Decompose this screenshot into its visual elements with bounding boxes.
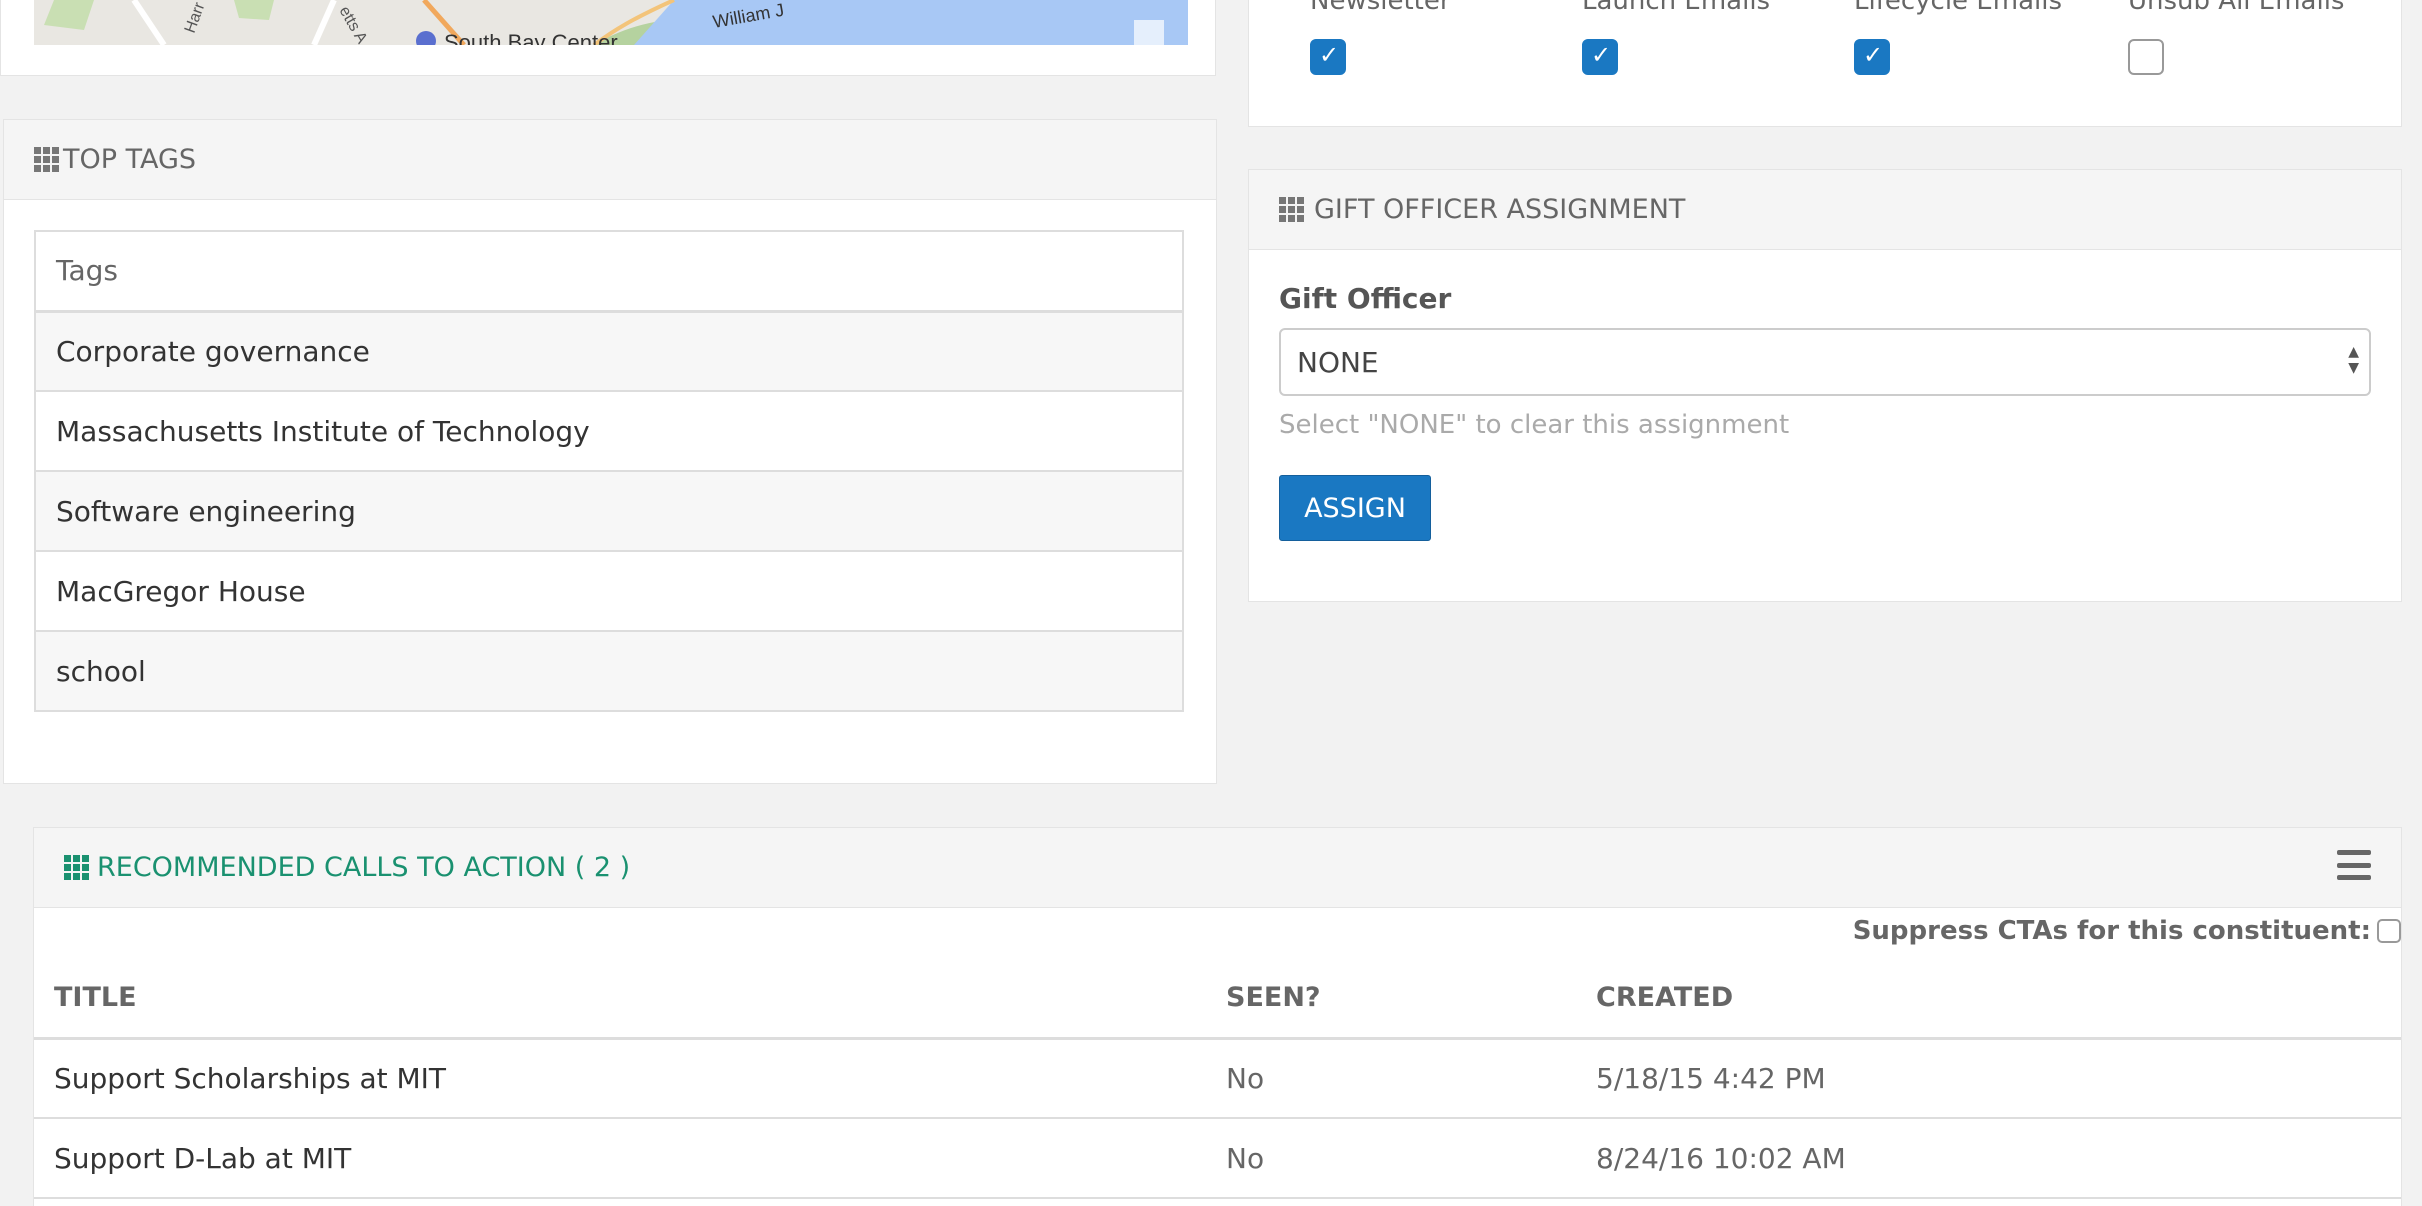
top-tags-panel: TOP TAGS Tags Corporate governance Massa… — [3, 119, 1217, 784]
pref-label: Unsub All Emails — [2128, 0, 2345, 16]
cta-title[interactable]: Support Scholarships at MIT — [34, 1038, 1206, 1119]
gift-officer-panel: GIFT OFFICER ASSIGNMENT Gift Officer NON… — [1248, 169, 2402, 602]
email-preferences-panel: Newsletter Launch Emails Lifecycle Email… — [1248, 0, 2402, 127]
map-panel: South Bay Center William J Harr etts A — [0, 0, 1216, 76]
pref-label: Launch Emails — [1582, 0, 1771, 16]
lifecycle-emails-checkbox[interactable] — [1854, 39, 1890, 75]
launch-emails-checkbox[interactable] — [1582, 39, 1618, 75]
select-arrows-icon: ▲ ▼ — [2348, 344, 2359, 376]
cta-table: TITLE SEEN? CREATED Support Scholarships… — [34, 958, 2401, 1199]
table-row[interactable]: Support Scholarships at MIT No 5/18/15 4… — [34, 1038, 2401, 1119]
menu-icon[interactable] — [2337, 850, 2371, 880]
assign-button[interactable]: ASSIGN — [1279, 475, 1431, 541]
gift-officer-label: Gift Officer — [1279, 282, 1452, 315]
table-row: Software engineering — [35, 471, 1183, 552]
pref-label: Newsletter — [1310, 0, 1451, 16]
table-row[interactable]: Support D-Lab at MIT No 8/24/16 10:02 AM — [34, 1118, 2401, 1199]
tag-cell: Corporate governance — [35, 311, 1183, 392]
grid-icon — [34, 147, 59, 172]
tag-cell: MacGregor House — [35, 551, 1183, 632]
selected-value: NONE — [1297, 345, 1379, 379]
gift-officer-help: Select "NONE" to clear this assignment — [1279, 410, 1790, 440]
gift-officer-select[interactable]: NONE ▲ ▼ — [1279, 328, 2371, 396]
location-map[interactable]: South Bay Center William J Harr etts A — [34, 0, 1188, 45]
cta-seen: No — [1206, 1038, 1576, 1119]
cta-header: RECOMMENDED CALLS TO ACTION ( 2 ) — [34, 828, 2401, 908]
tags-table: Tags Corporate governance Massachusetts … — [34, 230, 1184, 712]
column-created[interactable]: CREATED — [1576, 958, 2401, 1040]
tag-cell: Software engineering — [35, 471, 1183, 552]
cta-seen: No — [1206, 1118, 1576, 1199]
column-seen[interactable]: SEEN? — [1206, 958, 1576, 1040]
grid-icon — [64, 855, 89, 880]
tag-cell: Massachusetts Institute of Technology — [35, 391, 1183, 472]
tags-column-header: Tags — [35, 231, 1183, 313]
cta-created: 8/24/16 10:02 AM — [1576, 1118, 2401, 1199]
tag-cell: school — [35, 631, 1183, 712]
table-row: school — [35, 631, 1183, 712]
cta-created: 5/18/15 4:42 PM — [1576, 1038, 2401, 1119]
gift-officer-header: GIFT OFFICER ASSIGNMENT — [1249, 170, 2401, 250]
newsletter-checkbox[interactable] — [1310, 39, 1346, 75]
cta-title[interactable]: Support D-Lab at MIT — [34, 1118, 1206, 1199]
pref-label: Lifecycle Emails — [1854, 0, 2062, 16]
grid-icon — [1279, 197, 1304, 222]
unsub-all-checkbox[interactable] — [2128, 39, 2164, 75]
suppress-checkbox[interactable] — [2377, 919, 2401, 943]
table-row: Corporate governance — [35, 311, 1183, 392]
suppress-ctas: Suppress CTAs for this constituent: — [1853, 916, 2401, 946]
table-row: MacGregor House — [35, 551, 1183, 632]
top-tags-header: TOP TAGS — [4, 120, 1216, 200]
panel-title: GIFT OFFICER ASSIGNMENT — [1314, 194, 1686, 225]
cta-panel: RECOMMENDED CALLS TO ACTION ( 2 ) Suppre… — [33, 827, 2402, 1206]
column-title[interactable]: TITLE — [34, 958, 1206, 1040]
table-row: Massachusetts Institute of Technology — [35, 391, 1183, 472]
map-label-south-bay: South Bay Center — [444, 30, 618, 45]
panel-title: RECOMMENDED CALLS TO ACTION ( 2 ) — [97, 852, 631, 883]
panel-title: TOP TAGS — [63, 144, 197, 175]
suppress-label: Suppress CTAs for this constituent: — [1852, 916, 2371, 946]
